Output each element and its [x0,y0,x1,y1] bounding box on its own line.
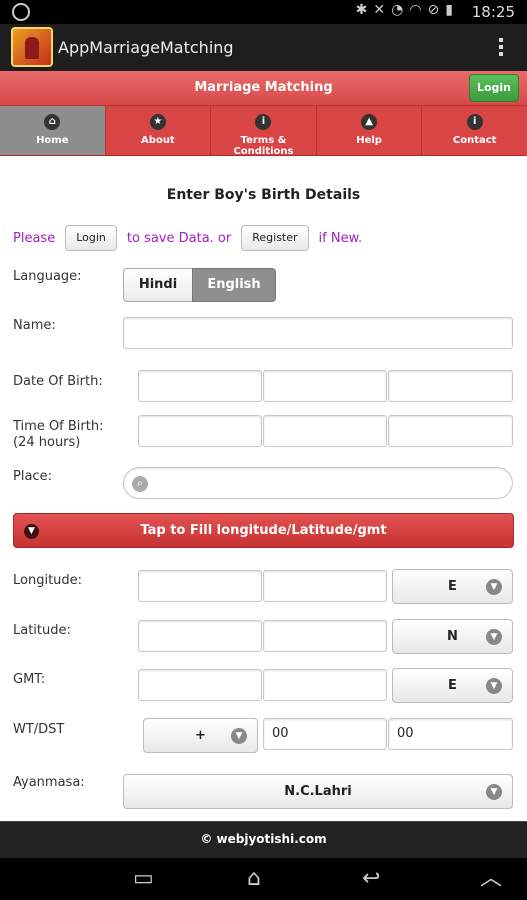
longitude-deg-field[interactable] [138,570,262,602]
tob-label-text: Time Of Birth: [13,419,104,434]
status-icons: ✱ ✕ ◔ ◠ ⊘ ▮ [356,2,453,18]
tob-label: Time Of Birth: (24 hours) [13,419,103,451]
nav-contact-label: Contact [452,135,497,146]
dob-label: Date Of Birth: [13,374,103,389]
longitude-min-field[interactable] [263,570,387,602]
search-icon: ⌕ [132,476,148,492]
lang-english-button[interactable]: English [192,268,276,302]
battery-icon: ▮ [445,2,453,18]
longitude-direction-select[interactable]: E ▼ [392,569,513,604]
gmt-label: GMT: [13,672,46,687]
chevron-down-icon: ▼ [486,629,502,645]
fill-coordinates-button[interactable]: ▼ Tap to Fill longitude/Latitude/gmt [13,513,514,548]
dob-day-field[interactable] [138,370,262,402]
clock: 18:25 [471,3,515,21]
lang-hindi-button[interactable]: Hindi [123,268,193,302]
alarm-icon: ◔ [391,2,404,18]
system-nav-bar: ▭ ⌂ ↩ ︿ [0,858,527,900]
app-title: AppMarriageMatching [58,38,234,57]
ayanmasa-select[interactable]: N.C.Lahri ▼ [123,774,513,809]
nav-help[interactable]: ▲ Help [317,106,423,155]
nav-about-label: About [141,135,175,146]
if-new-text: if New. [318,230,363,246]
wtdst-sign-value: + [195,728,206,743]
latitude-label: Latitude: [13,623,71,638]
dob-year-field[interactable] [388,370,513,402]
inline-login-button[interactable]: Login [65,225,117,251]
mute-icon: ✕ [373,2,386,18]
status-bar: ✱ ✕ ◔ ◠ ⊘ ▮ 18:25 [0,0,527,24]
wifi-icon: ◠ [409,2,422,18]
ayanmasa-value: N.C.Lahri [284,784,352,799]
latitude-deg-field[interactable] [138,620,262,652]
alert-icon: ▲ [361,114,378,130]
nav-terms-label: Terms & Conditions [233,135,294,157]
app-logo-icon[interactable] [11,27,53,67]
nav-home-label: Home [36,135,69,146]
page-title: Marriage Matching [194,80,333,95]
ayanmasa-label: Ayanmasa: [13,775,85,790]
action-bar: AppMarriageMatching [0,24,527,71]
tob-second-field[interactable] [388,415,513,447]
wtdst-hours-field[interactable]: 00 [263,718,387,750]
nav-about[interactable]: ★ About [106,106,212,155]
place-search-input[interactable]: ⌕ [123,467,513,499]
star-icon: ★ [149,114,166,130]
longitude-label: Longitude: [13,573,83,588]
gmt-direction-select[interactable]: E ▼ [392,668,513,703]
gmt-direction-value: E [448,678,457,693]
chevron-down-icon: ▼ [231,728,247,744]
nav-help-label: Help [356,135,382,146]
please-text: Please [13,230,56,246]
chevron-down-icon: ▼ [486,579,502,595]
form-heading: Enter Boy's Birth Details [166,187,361,203]
back-icon[interactable]: ↩ [362,868,380,890]
chevron-down-icon: ▼ [486,678,502,694]
home-button-icon[interactable]: ⌂ [247,868,261,890]
dob-month-field[interactable] [263,370,387,402]
tob-hour-field[interactable] [138,415,262,447]
latitude-min-field[interactable] [263,620,387,652]
fill-coordinates-label: Tap to Fill longitude/Latitude/gmt [140,523,387,538]
wtdst-minutes-field[interactable]: 00 [388,718,513,750]
chevron-down-icon: ▼ [24,524,39,539]
footer: © webjyotishi.com [0,821,527,858]
language-label: Language: [13,269,82,284]
bluetooth-icon: ✱ [355,2,368,18]
place-label: Place: [13,469,52,484]
overflow-menu-icon[interactable] [499,38,505,58]
main-nav: ⌂ Home ★ About i Terms & Conditions ▲ He… [0,106,527,157]
chevron-up-icon[interactable]: ︿ [480,868,502,890]
page-header: Marriage Matching Login [0,71,527,106]
notification-icon [12,3,30,21]
name-label: Name: [13,318,56,333]
latitude-direction-select[interactable]: N ▼ [392,619,513,654]
home-icon: ⌂ [44,114,61,130]
header-login-button[interactable]: Login [469,74,519,102]
chevron-down-icon: ▼ [486,784,502,800]
save-data-text: to save Data. or [126,230,232,246]
gmt-min-field[interactable] [263,669,387,701]
nav-contact[interactable]: i Contact [422,106,527,155]
recent-apps-icon[interactable]: ▭ [133,868,154,890]
wtdst-label: WT/DST [13,722,65,737]
info-icon: i [466,114,483,130]
gmt-hour-field[interactable] [138,669,262,701]
blocked-icon: ⊘ [427,2,440,18]
info-icon: i [255,114,272,130]
name-field[interactable] [123,317,513,349]
nav-terms[interactable]: i Terms & Conditions [211,106,317,157]
login-prompt: Please Login to save Data. or Register i… [13,225,362,251]
tob-sub-text: (24 hours) [13,435,81,450]
wtdst-sign-select[interactable]: + ▼ [143,718,258,753]
nav-home[interactable]: ⌂ Home [0,106,106,155]
tob-minute-field[interactable] [263,415,387,447]
longitude-direction-value: E [448,579,457,594]
latitude-direction-value: N [447,629,458,644]
register-button[interactable]: Register [241,225,309,251]
